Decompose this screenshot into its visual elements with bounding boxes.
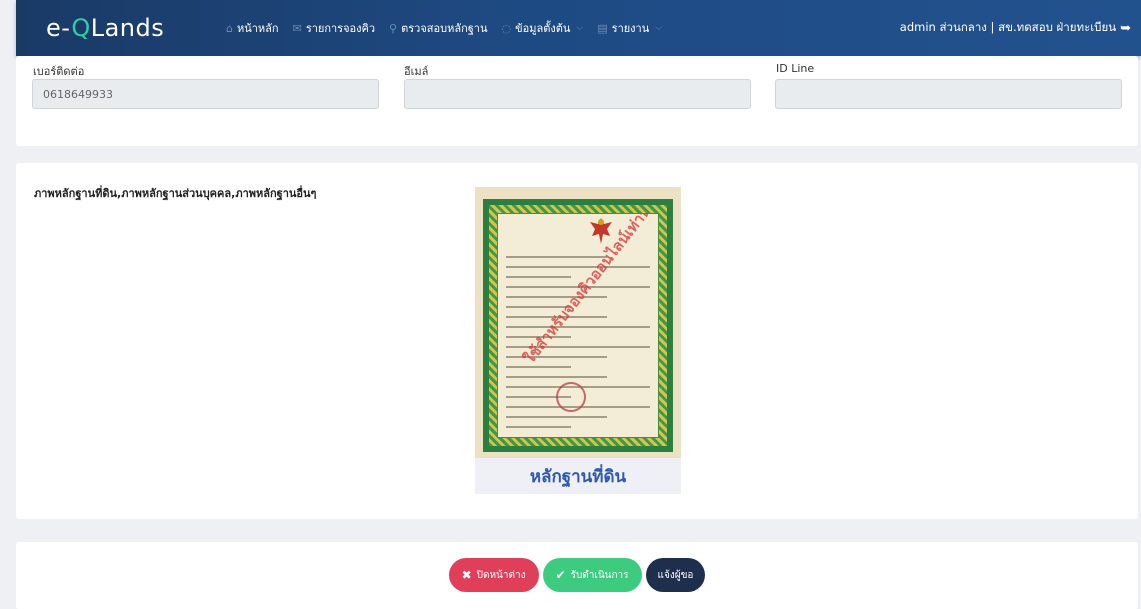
certificate-body: ใช้สำหรับจองคิวออนไลน์เท่านั้น (497, 213, 659, 438)
nav-item-queue-list[interactable]: ✉ รายการจองคิว (293, 19, 375, 37)
database-icon: ◌ (501, 21, 512, 35)
logout-icon[interactable]: ➥ (1120, 21, 1131, 36)
notify-requester-button[interactable]: แจ้งผู้ขอ (645, 558, 706, 592)
user-info: admin ส่วนกลาง | สข.ทดสอบ ฝ่ายทะเบียน (899, 20, 1117, 34)
nav-item-verify-evidence[interactable]: ⚲ ตรวจสอบหลักฐาน (389, 19, 487, 37)
nav-label: ตรวจสอบหลักฐาน (401, 22, 488, 35)
close-window-button[interactable]: ✖ ปิดหน้าต่าง (448, 558, 539, 592)
land-evidence-image[interactable]: ใช้สำหรับจองคิวออนไลน์เท่านั้น หลักฐานที… (475, 187, 681, 494)
email-field[interactable] (404, 79, 751, 109)
certificate-border: ใช้สำหรับจองคิวออนไลน์เท่านั้น (483, 199, 673, 452)
close-icon: ✖ (461, 568, 472, 582)
evidence-card: ภาพหลักฐานที่ดิน,ภาพหลักฐานส่วนบุคคล,ภาพ… (16, 163, 1138, 519)
nav-label: รายงาน (611, 22, 650, 35)
action-card: ✖ ปิดหน้าต่าง ✔ รับดำเนินการ แจ้งผู้ขอ (16, 542, 1138, 609)
phone-field[interactable]: 0618649933 (32, 79, 379, 109)
chevron-down-icon: ⌵ (655, 23, 663, 33)
check-icon: ✔ (555, 568, 566, 582)
nav-label: ข้อมูลตั้งต้น (515, 22, 571, 35)
nav-item-master-data[interactable]: ◌ ข้อมูลตั้งต้น ⌵ (502, 19, 584, 37)
line-id-field[interactable] (775, 79, 1122, 109)
brand-logo[interactable]: e-QLands (16, 14, 226, 42)
accept-button-label: รับดำเนินการ (570, 569, 629, 581)
nav-label: หน้าหลัก (236, 22, 279, 35)
line-id-label: ID Line (776, 62, 815, 75)
envelope-icon: ✉ (292, 21, 302, 35)
evidence-title: ภาพหลักฐานที่ดิน,ภาพหลักฐานส่วนบุคคล,ภาพ… (34, 187, 317, 200)
document-icon: ▤ (597, 21, 608, 35)
notify-button-label: แจ้งผู้ขอ (657, 569, 694, 581)
top-navbar: e-QLands ⌂ หน้าหลัก ✉ รายการจองคิว ⚲ ตรว… (16, 0, 1141, 56)
nav-item-reports[interactable]: ▤ รายงาน ⌵ (597, 19, 662, 37)
search-icon: ⚲ (389, 21, 398, 35)
nav-item-home[interactable]: ⌂ หน้าหลัก (226, 19, 279, 37)
contact-card: เบอร์ติดต่อ 0618649933 อีเมล์ ID Line (16, 56, 1138, 146)
chevron-down-icon: ⌵ (576, 23, 584, 33)
phone-label: เบอร์ติดต่อ (33, 65, 85, 78)
main-menu: ⌂ หน้าหลัก ✉ รายการจองคิว ⚲ ตรวจสอบหลักฐ… (226, 19, 662, 37)
action-buttons: ✖ ปิดหน้าต่าง ✔ รับดำเนินการ แจ้งผู้ขอ (16, 558, 1138, 592)
nav-label: รายการจองคิว (305, 22, 376, 35)
image-caption: หลักฐานที่ดิน (475, 458, 681, 494)
accept-button[interactable]: ✔ รับดำเนินการ (542, 558, 642, 592)
email-label: อีเมล์ (404, 65, 429, 78)
user-menu[interactable]: admin ส่วนกลาง | สข.ทดสอบ ฝ่ายทะเบียน ➥ (900, 0, 1131, 56)
official-seal (556, 382, 586, 412)
home-icon: ⌂ (226, 21, 233, 35)
close-button-label: ปิดหน้าต่าง (476, 569, 526, 581)
